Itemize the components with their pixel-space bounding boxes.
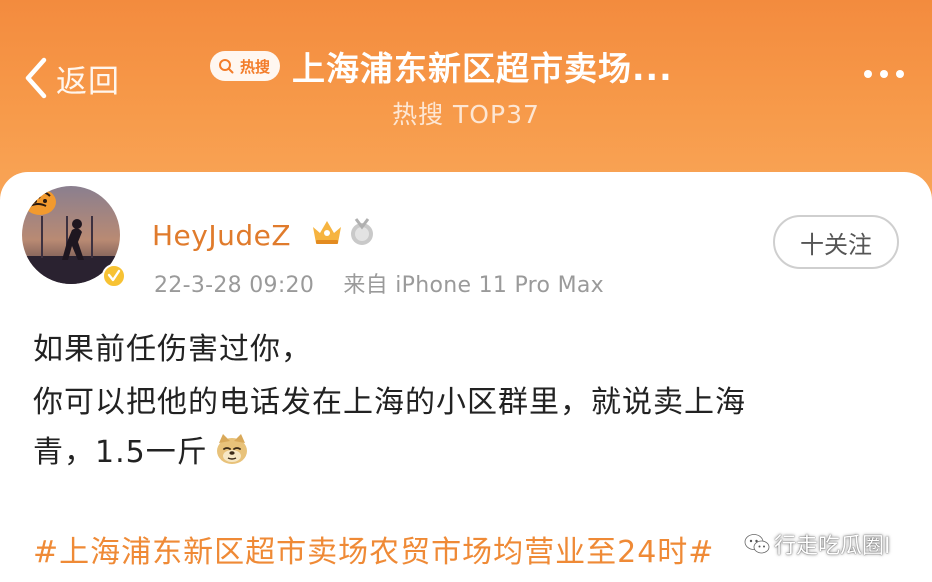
post-text-line: 如果前任伤害过你， [33,332,312,367]
follow-label: 十关注 [800,230,872,259]
more-options-button[interactable] [864,70,904,78]
avatar[interactable] [22,186,128,292]
wechat-icon [744,534,770,554]
post-source: 来自 iPhone 11 Pro Max [343,273,604,298]
doge-emoji-icon [216,434,247,464]
post-text-line: 你可以把他的电话发在上海的小区群里，就说卖上海 [33,385,746,420]
post-meta: 22-3-28 09:20 来自 iPhone 11 Pro Max [154,267,604,299]
post-text-line: 青，1.5一斤 [33,427,250,471]
more-dot-icon [880,70,888,78]
crown-badge-icon [313,221,341,244]
more-dot-icon [896,70,904,78]
user-badges [310,217,376,247]
hot-badge-label: 热搜 [240,57,271,76]
back-label: 返回 [56,63,120,100]
header-bar: 返回 热搜 上海浦东新区超市卖场... 热搜 TOP37 [0,0,932,200]
username[interactable]: HeyJudeZ [152,219,291,252]
post-text-line-content: 青，1.5一斤 [33,435,208,470]
medal-badge-icon [351,218,373,245]
more-dot-icon [864,70,872,78]
page-title: 上海浦东新区超市卖场... [292,49,673,88]
watermark: 行走吃瓜圈I [744,528,891,560]
post-timestamp: 22-3-28 09:20 [154,273,315,298]
watermark-text: 行走吃瓜圈I [774,534,891,559]
hot-search-badge: 热搜 [210,51,281,81]
follow-button[interactable]: 十关注 [773,215,899,269]
hashtag-link[interactable]: #上海浦东新区超市卖场农贸市场均营业至24时# [33,527,714,571]
title-row: 热搜 上海浦东新区超市卖场... [210,42,673,90]
page-subtitle: 热搜 TOP37 [392,100,540,129]
post-card: HeyJudeZ 22-3-28 09:20 来自 iPhone 11 Pro … [0,172,932,582]
search-icon [219,59,234,74]
verified-icon [102,264,126,288]
